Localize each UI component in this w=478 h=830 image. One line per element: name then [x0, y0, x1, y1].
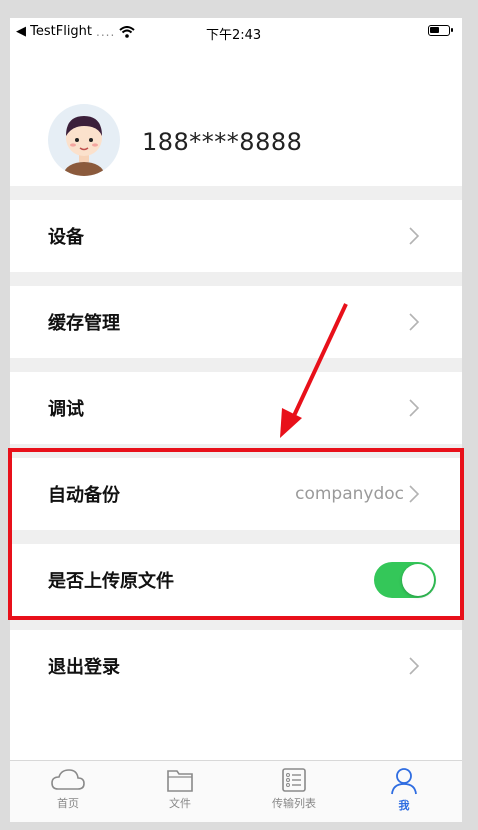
annotation-arrow-icon [280, 303, 348, 438]
